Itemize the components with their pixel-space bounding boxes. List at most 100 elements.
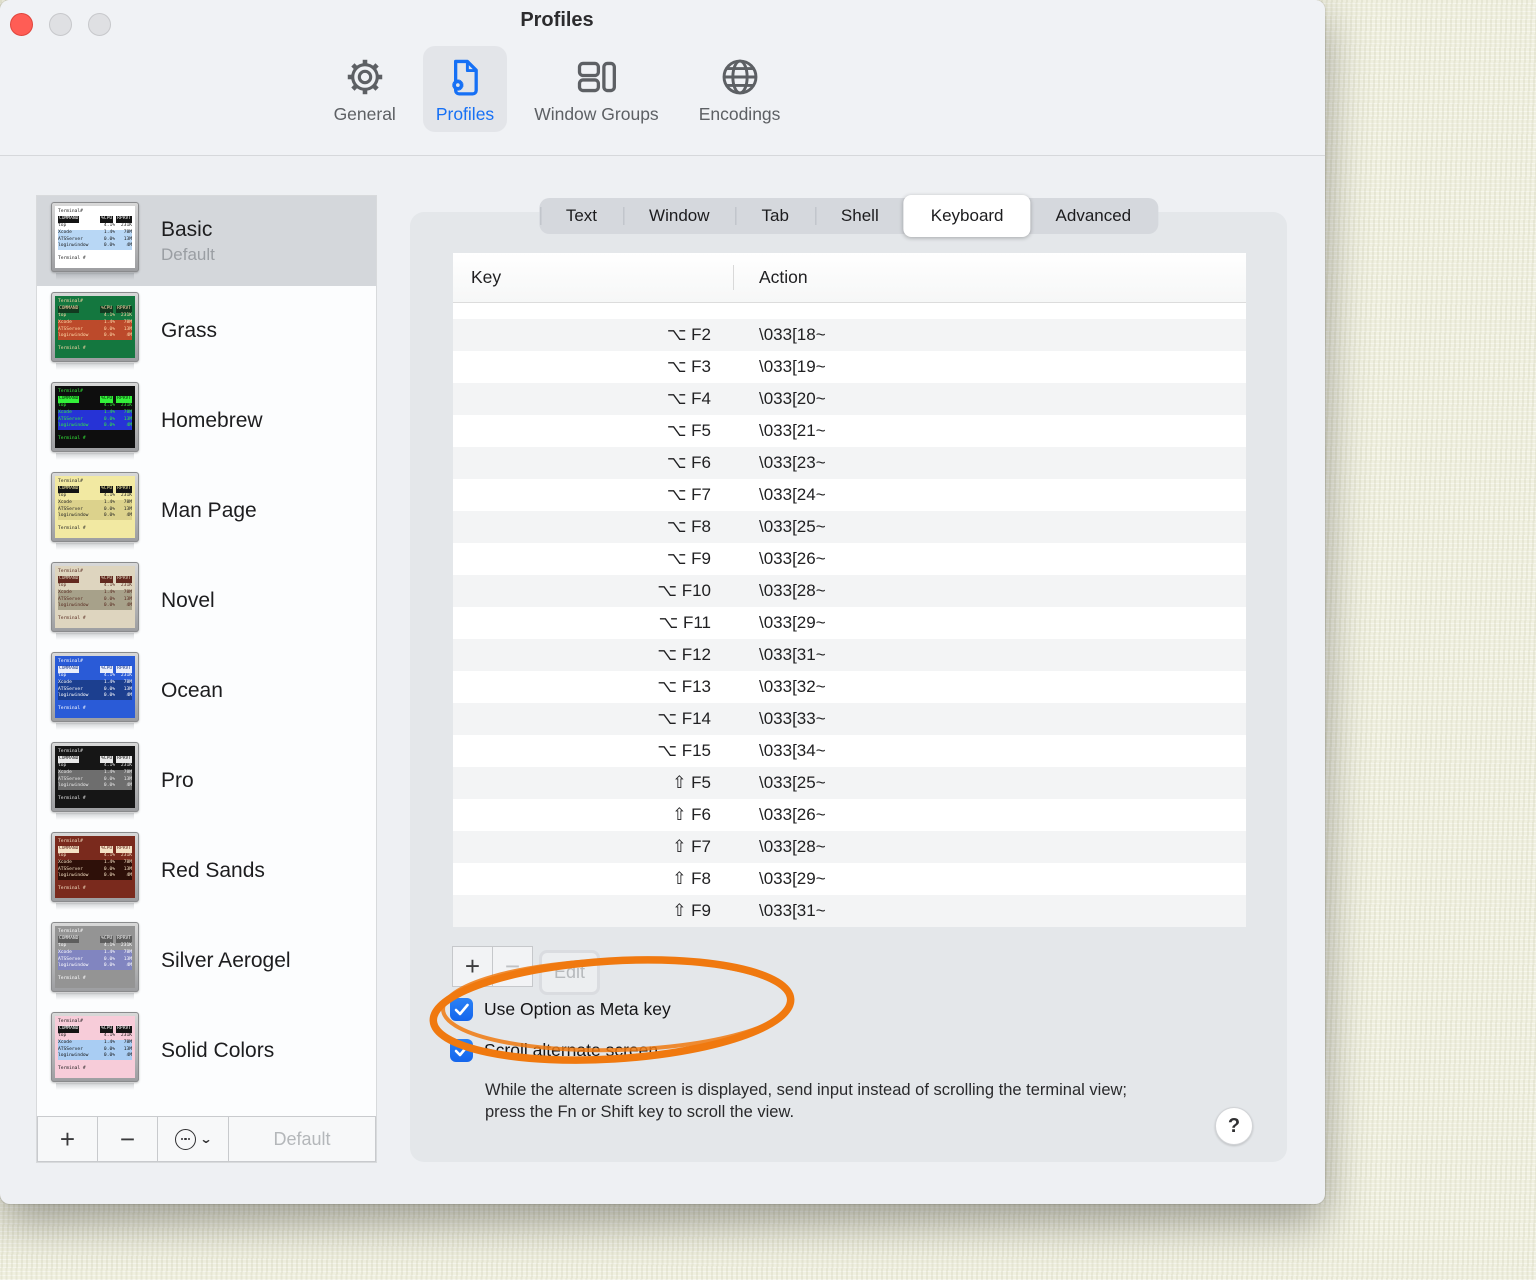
tab[interactable]: Shell <box>814 198 905 234</box>
profile-thumbnail: Terminal# COMMAND %CPU RPRVT top 4.1% 231K <box>51 292 139 370</box>
key-cell: ⇧ F8 <box>672 869 711 888</box>
tab[interactable]: Tab <box>735 198 815 234</box>
table-row[interactable]: ⌥ F11 \033[29~ <box>453 607 1246 639</box>
column-header-action[interactable]: Action <box>759 267 808 288</box>
table-row[interactable]: ⌥ F7 \033[24~ <box>453 479 1246 511</box>
action-cell: \033[29~ <box>759 869 826 888</box>
table-row[interactable]: ⌥ F2 \033[18~ <box>453 319 1246 351</box>
profile-row[interactable]: Terminal# COMMAND %CPU RPRVT top 4.1% 231K <box>37 646 376 736</box>
table-row[interactable]: ⇧ F6 \033[26~ <box>453 799 1246 831</box>
profile-thumbnail: Terminal# COMMAND %CPU RPRVT top 4.1% 231K <box>51 472 139 550</box>
profile-name: Silver Aerogel <box>161 949 291 972</box>
table-row[interactable]: ⌥ F15 \033[34~ <box>453 735 1246 767</box>
use-option-as-meta-key-checkbox[interactable] <box>450 998 473 1021</box>
add-binding-button[interactable]: + <box>452 946 493 987</box>
key-cell: ⌥ F10 <box>657 581 711 600</box>
table-row[interactable]: ⇧ F8 \033[29~ <box>453 863 1246 895</box>
key-cell: ⇧ F9 <box>672 901 711 920</box>
profile-name: Solid Colors <box>161 1039 275 1062</box>
profile-thumbnail: Terminal# COMMAND %CPU RPRVT top 4.1% 231K <box>51 922 139 1000</box>
table-row[interactable]: ⌥ F10 \033[28~ <box>453 575 1246 607</box>
profile-row[interactable]: Terminal# COMMAND %CPU RPRVT top 4.1% 231K <box>37 556 376 646</box>
action-cell: \033[29~ <box>759 613 826 632</box>
globe-icon <box>717 54 763 100</box>
table-row[interactable]: ⌥ F4 \033[20~ <box>453 383 1246 415</box>
key-cell: ⌥ F14 <box>657 709 711 728</box>
table-row[interactable]: ⌥ F8 \033[25~ <box>453 511 1246 543</box>
column-divider[interactable] <box>733 265 734 290</box>
tab[interactable]: Window <box>623 198 735 234</box>
edit-binding-button[interactable]: Edit <box>539 950 601 995</box>
checkmark-icon <box>454 1044 469 1057</box>
profile-row[interactable]: Terminal# COMMAND %CPU RPRVT top 4.1% 231K <box>37 736 376 826</box>
action-cell: \033[19~ <box>759 357 826 376</box>
preferences-window: Profiles General Profiles Window Groups … <box>0 0 1325 1204</box>
profile-document-icon <box>442 54 488 100</box>
table-row[interactable]: ⌥ F5 \033[21~ <box>453 415 1246 447</box>
scroll-alternate-screen-checkbox[interactable] <box>450 1039 473 1062</box>
profile-row[interactable]: Terminal# COMMAND %CPU RPRVT top 4.1% 231K <box>37 196 376 286</box>
remove-profile-button[interactable]: − <box>97 1117 158 1162</box>
toolbar-label: General <box>333 104 396 124</box>
titlebar: Profiles General Profiles Window Groups … <box>0 0 1325 156</box>
profile-row[interactable]: Terminal# COMMAND %CPU RPRVT top 4.1% 231K <box>37 286 376 376</box>
action-cell: \033[32~ <box>759 677 826 696</box>
key-cell: ⌥ F3 <box>666 357 711 376</box>
toolbar-label: Window Groups <box>534 104 659 124</box>
key-cell: ⌥ F13 <box>657 677 711 696</box>
action-cell: \033[28~ <box>759 581 826 600</box>
action-cell: \033[25~ <box>759 517 826 536</box>
profile-list: Terminal# COMMAND %CPU RPRVT top 4.1% 231K <box>37 196 376 1116</box>
profile-thumbnail: Terminal# COMMAND %CPU RPRVT top 4.1% 231K <box>51 202 139 280</box>
action-cell: \033[21~ <box>759 421 826 440</box>
profile-thumbnail: Terminal# COMMAND %CPU RPRVT top 4.1% 231K <box>51 382 139 460</box>
action-cell: \033[18~ <box>759 325 826 344</box>
tab[interactable]: Keyboard <box>903 195 1031 237</box>
table-row[interactable]: ⌥ F12 \033[31~ <box>453 639 1246 671</box>
profile-name: Red Sands <box>161 859 265 882</box>
profile-name: Grass <box>161 319 218 342</box>
table-row[interactable]: ⇧ F5 \033[25~ <box>453 767 1246 799</box>
table-row[interactable]: ⌥ F6 \033[23~ <box>453 447 1246 479</box>
profile-name: Basic <box>161 217 213 241</box>
toolbar-item-profiles[interactable]: Profiles <box>422 46 508 132</box>
column-header-key[interactable]: Key <box>453 267 501 288</box>
profile-actions-menu-button[interactable]: ⌄ <box>157 1117 229 1162</box>
tab[interactable]: Text <box>539 198 623 234</box>
profile-row[interactable]: Terminal# COMMAND %CPU RPRVT top 4.1% 231K <box>37 466 376 556</box>
table-row[interactable]: ⌥ F13 \033[32~ <box>453 671 1246 703</box>
tab[interactable]: Advanced <box>1030 198 1158 234</box>
action-cell: \033[20~ <box>759 389 826 408</box>
table-row[interactable]: ⇧ F9 \033[31~ <box>453 895 1246 927</box>
key-cell: ⌥ F15 <box>657 741 711 760</box>
profile-row[interactable]: Terminal# COMMAND %CPU RPRVT top 4.1% 231K <box>37 1006 376 1096</box>
toolbar-item-window-groups[interactable]: Window Groups <box>521 46 672 132</box>
table-row[interactable]: ⌥ F14 \033[33~ <box>453 703 1246 735</box>
profile-name: Pro <box>161 769 194 792</box>
default-button[interactable]: Default <box>228 1117 376 1162</box>
toolbar-item-encodings[interactable]: Encodings <box>686 46 794 132</box>
toolbar-item-general[interactable]: General <box>321 46 409 132</box>
key-cell: ⇧ F6 <box>672 805 711 824</box>
profile-thumbnail: Terminal# COMMAND %CPU RPRVT top 4.1% 231K <box>51 652 139 730</box>
profile-name: Ocean <box>161 679 223 702</box>
window-groups-icon <box>573 54 619 100</box>
key-cell: ⌥ F9 <box>666 549 711 568</box>
table-row[interactable]: ⌥ F9 \033[26~ <box>453 543 1246 575</box>
remove-binding-button[interactable]: − <box>492 946 533 987</box>
key-bindings-table: Key Action ⌥ F2 \033[18~ ⌥ F3 \033[19~ ⌥… <box>453 253 1246 927</box>
action-cell: \033[26~ <box>759 805 826 824</box>
use-option-as-meta-key-row: Use Option as Meta key <box>450 998 671 1021</box>
profile-row[interactable]: Terminal# COMMAND %CPU RPRVT top 4.1% 231K <box>37 376 376 466</box>
profile-row[interactable]: Terminal# COMMAND %CPU RPRVT top 4.1% 231K <box>37 916 376 1006</box>
profile-row[interactable]: Terminal# COMMAND %CPU RPRVT top 4.1% 231K <box>37 826 376 916</box>
help-button[interactable]: ? <box>1215 1107 1253 1145</box>
key-cell: ⌥ F8 <box>666 517 711 536</box>
action-cell: \033[33~ <box>759 709 826 728</box>
action-cell: \033[34~ <box>759 741 826 760</box>
key-cell: ⌥ F7 <box>666 485 711 504</box>
table-row[interactable]: ⌥ F3 \033[19~ <box>453 351 1246 383</box>
table-row[interactable]: ⇧ F7 \033[28~ <box>453 831 1246 863</box>
key-cell: ⌥ F11 <box>658 613 711 632</box>
add-profile-button[interactable]: + <box>37 1117 98 1162</box>
